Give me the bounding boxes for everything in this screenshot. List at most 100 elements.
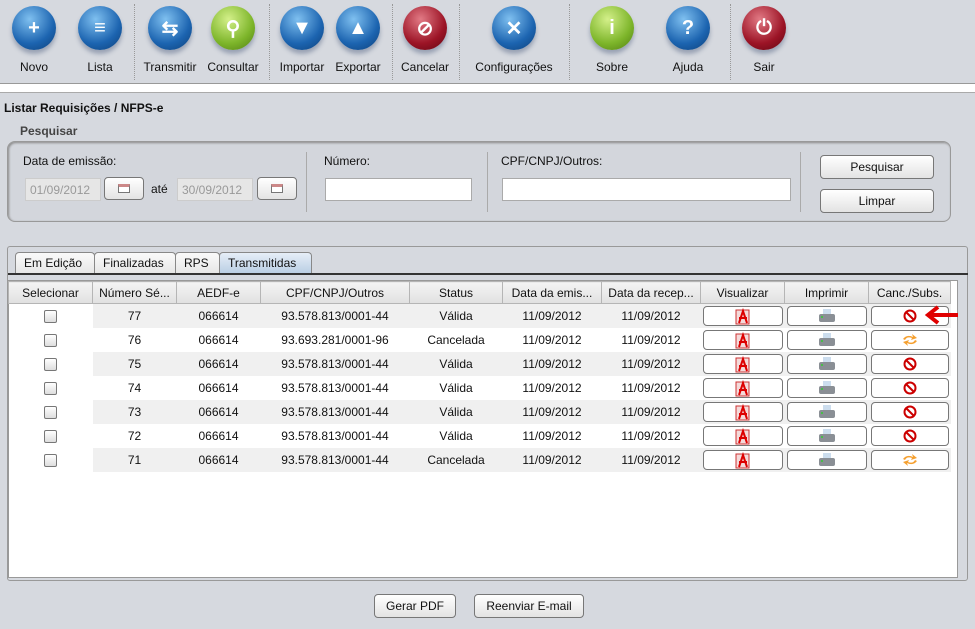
date-to-input[interactable] xyxy=(177,178,253,201)
imprimir-button[interactable] xyxy=(786,377,867,398)
tab-finalizadas[interactable]: Finalizadas xyxy=(94,252,176,274)
column-header[interactable]: Número Sé... xyxy=(92,281,177,304)
printer-icon xyxy=(818,404,835,418)
toolbar-button-cancelar[interactable]: ⊘ Cancelar xyxy=(395,0,455,84)
toolbar-label: Ajuda xyxy=(672,60,704,74)
column-header[interactable]: Data da recep... xyxy=(601,281,701,304)
select-checkbox[interactable] xyxy=(44,405,57,419)
imprimir-button[interactable] xyxy=(786,329,867,350)
status-cell: Válida xyxy=(439,380,473,395)
column-header[interactable]: Visualizar xyxy=(700,281,785,304)
column-header[interactable]: CPF/CNPJ/Outros xyxy=(260,281,410,304)
toolbar-button-importar[interactable]: ▼ Importar xyxy=(274,0,330,84)
select-checkbox[interactable] xyxy=(44,333,57,347)
imprimir-button[interactable] xyxy=(786,401,867,422)
cancel-icon xyxy=(903,405,916,418)
toolbar-button-novo[interactable]: + Novo xyxy=(4,0,64,84)
select-checkbox[interactable] xyxy=(44,429,57,443)
aedf-cell: 066614 xyxy=(198,428,239,443)
date-from-input[interactable] xyxy=(25,178,101,201)
substituir-button[interactable] xyxy=(870,449,949,470)
imprimir-button[interactable] xyxy=(786,305,867,326)
visualizar-button[interactable] xyxy=(702,377,783,398)
table-row[interactable]: 74 066614 93.578.813/0001-44 Válida 11/0… xyxy=(8,375,951,400)
column-header[interactable]: Selecionar xyxy=(8,281,93,304)
select-checkbox[interactable] xyxy=(44,357,57,371)
toolbar-button-configuraes[interactable]: ✕ Configurações xyxy=(469,0,559,84)
toolbar-separator xyxy=(730,4,731,80)
column-header[interactable]: AEDF-e xyxy=(176,281,261,304)
aedf-cell: 066614 xyxy=(176,399,261,424)
gerar-pdf-button[interactable]: Gerar PDF xyxy=(374,594,456,618)
table-row[interactable]: 73 066614 93.578.813/0001-44 Válida 11/0… xyxy=(8,399,951,424)
visualizar-button[interactable] xyxy=(702,329,783,350)
toolbar-button-exportar[interactable]: ▲ Exportar xyxy=(330,0,386,84)
recepcao-cell: 11/09/2012 xyxy=(601,399,701,424)
emissao-cell: 11/09/2012 xyxy=(502,399,602,424)
cpf-input[interactable] xyxy=(502,178,791,201)
table-row[interactable]: 77 066614 93.578.813/0001-44 Válida 11/0… xyxy=(8,303,951,328)
toolbar-button-sair[interactable]: ⏻ Sair xyxy=(734,0,794,84)
imprimir-button[interactable] xyxy=(786,449,867,470)
search-panel xyxy=(7,141,951,222)
cancelar-button[interactable] xyxy=(870,425,949,446)
select-checkbox[interactable] xyxy=(44,309,57,323)
toolbar-button-transmitir[interactable]: ⇆ Transmitir xyxy=(139,0,201,84)
select-checkbox[interactable] xyxy=(44,453,57,467)
pesquisar-button[interactable]: Pesquisar xyxy=(820,155,934,179)
toolbar-label: Importar xyxy=(279,60,325,74)
transmit-icon: ⇆ xyxy=(148,6,192,50)
visualizar-button[interactable] xyxy=(702,425,783,446)
annotation-arrow xyxy=(924,305,960,325)
visualizar-button[interactable] xyxy=(702,449,783,470)
numero-input[interactable] xyxy=(325,178,472,201)
info-icon: i xyxy=(590,6,634,50)
cpf-cell: 93.578.813/0001-44 xyxy=(260,303,410,328)
tab-transmitidas[interactable]: Transmitidas xyxy=(219,252,312,274)
table-row[interactable]: 72 066614 93.578.813/0001-44 Válida 11/0… xyxy=(8,423,951,448)
limpar-button[interactable]: Limpar xyxy=(820,189,934,213)
new-document-icon: + xyxy=(12,6,56,50)
cancelar-button[interactable] xyxy=(870,377,949,398)
column-header[interactable]: Status xyxy=(409,281,503,304)
column-header[interactable]: Data da emis... xyxy=(502,281,602,304)
aedf-cell: 066614 xyxy=(176,447,261,472)
toolbar-button-sobre[interactable]: i Sobre xyxy=(582,0,642,84)
numero-cell: 75 xyxy=(92,351,177,376)
toolbar-separator xyxy=(459,4,460,80)
date-to-calendar-button[interactable] xyxy=(257,177,297,200)
tab-rps[interactable]: RPS xyxy=(175,252,220,274)
table-row[interactable]: 71 066614 93.578.813/0001-44 Cancelada 1… xyxy=(8,447,951,472)
column-header[interactable]: Imprimir xyxy=(784,281,869,304)
imprimir-button[interactable] xyxy=(786,425,867,446)
toolbar-label: Lista xyxy=(87,60,113,74)
printer-icon xyxy=(818,332,835,346)
cancelar-button[interactable] xyxy=(870,353,949,374)
table-row[interactable]: 76 066614 93.693.281/0001-96 Cancelada 1… xyxy=(8,327,951,352)
printer-icon xyxy=(818,380,835,394)
toolbar-separator xyxy=(269,4,270,80)
cancelar-button[interactable] xyxy=(870,401,949,422)
table-row[interactable]: 75 066614 93.578.813/0001-44 Válida 11/0… xyxy=(8,351,951,376)
toolbar-label: Sobre xyxy=(595,60,629,74)
visualizar-button[interactable] xyxy=(702,305,783,326)
recepcao-cell: 11/09/2012 xyxy=(621,332,681,347)
cancel-icon xyxy=(903,381,916,394)
select-checkbox[interactable] xyxy=(44,381,57,395)
imprimir-button[interactable] xyxy=(786,353,867,374)
toolbar-button-consultar[interactable]: ⚲ Consultar xyxy=(202,0,264,84)
visualizar-button[interactable] xyxy=(702,353,783,374)
toolbar-label: Cancelar xyxy=(400,60,450,74)
reenviar-email-button[interactable]: Reenviar E-mail xyxy=(474,594,584,618)
toolbar-button-lista[interactable]: ≡ Lista xyxy=(70,0,130,84)
column-header[interactable]: Canc./Subs. xyxy=(868,281,951,304)
cancel-icon: ⊘ xyxy=(403,6,447,50)
visualizar-button[interactable] xyxy=(702,401,783,422)
tab-em-edicao[interactable]: Em Edição xyxy=(15,252,95,274)
date-from-calendar-button[interactable] xyxy=(104,177,144,200)
emissao-cell: 11/09/2012 xyxy=(522,332,582,347)
export-icon: ▲ xyxy=(336,6,380,50)
toolbar-button-ajuda[interactable]: ? Ajuda xyxy=(658,0,718,84)
toolbar-separator xyxy=(392,4,393,80)
substituir-button[interactable] xyxy=(870,329,949,350)
